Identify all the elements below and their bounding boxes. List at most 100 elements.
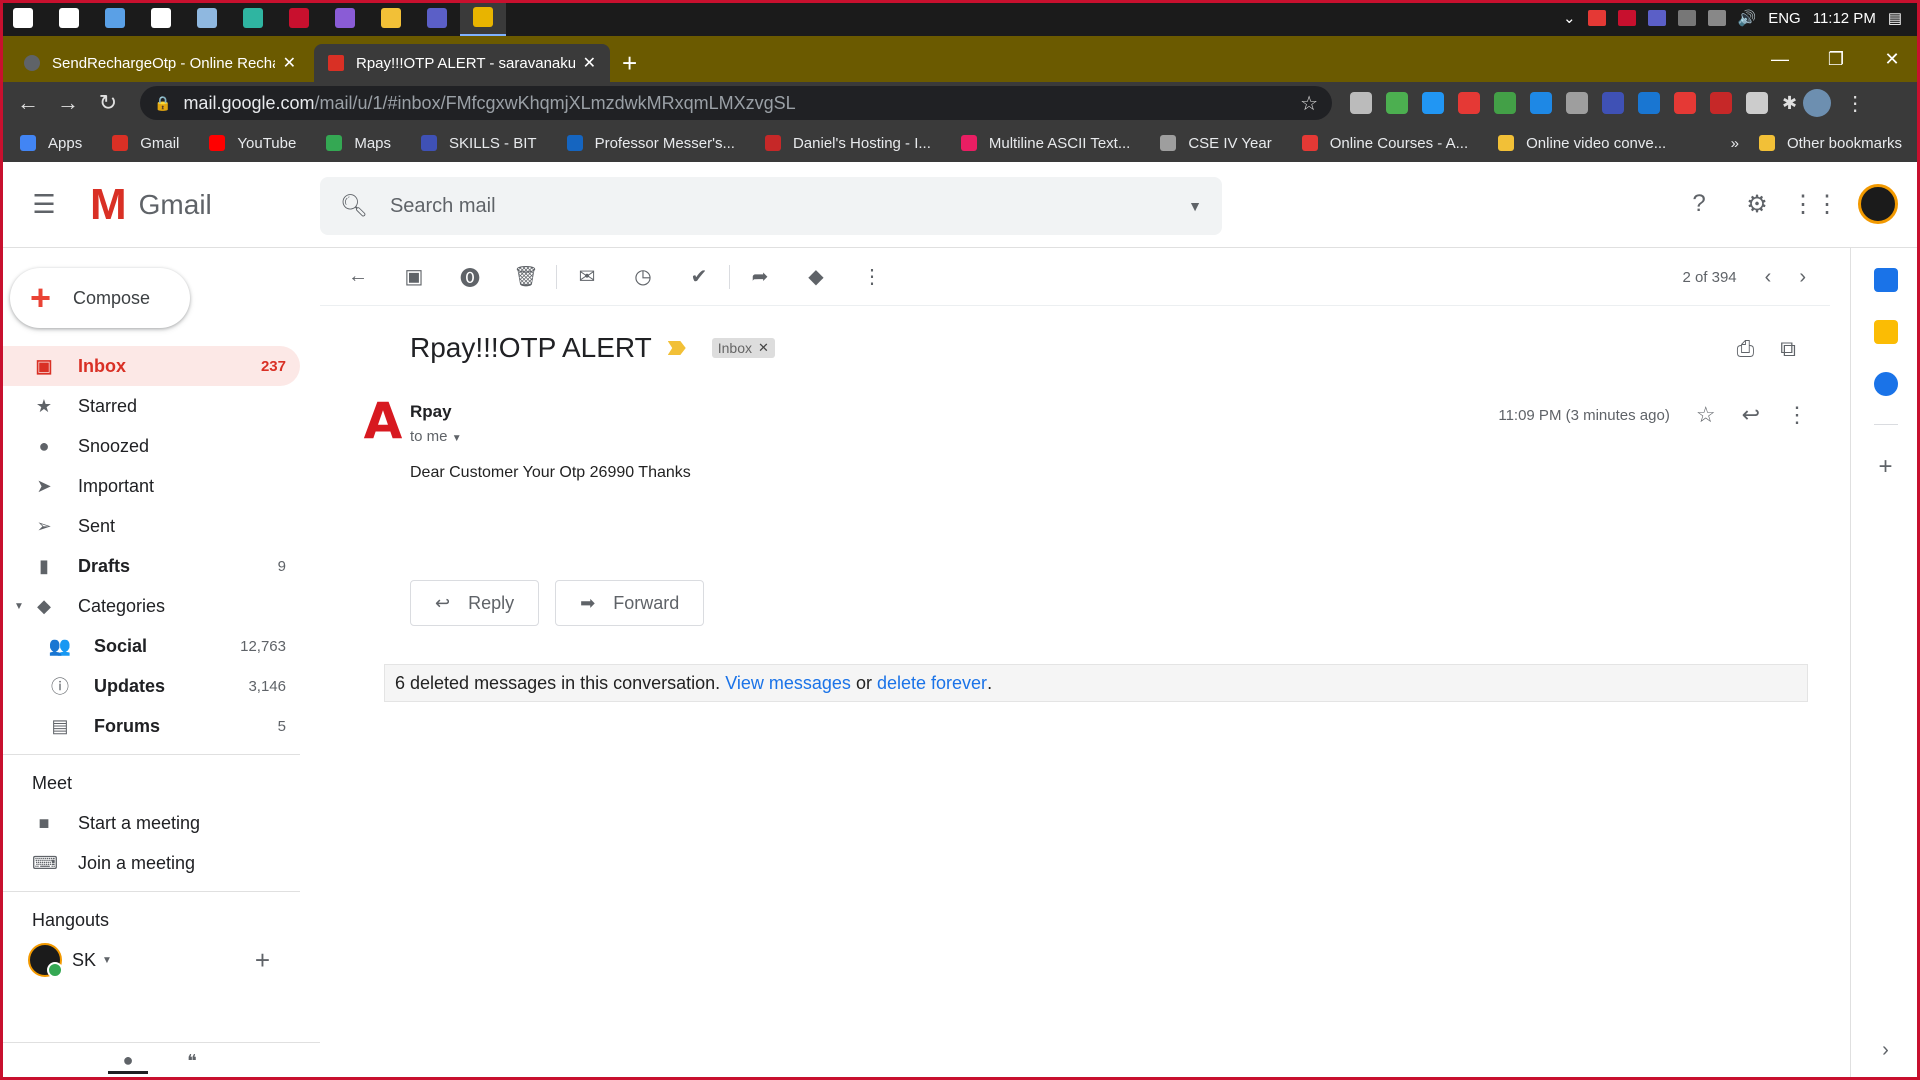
bookmark-item[interactable]: Maps xyxy=(326,135,391,152)
bookmark-item[interactable]: Gmail xyxy=(112,135,179,152)
teams-tray-icon[interactable] xyxy=(1647,10,1666,26)
close-icon[interactable]: ✕ xyxy=(283,53,296,73)
meet-item[interactable]: ⌨ Join a meeting xyxy=(0,843,300,883)
extensions-puzzle-icon[interactable]: ✱ xyxy=(1782,93,1797,114)
battery-icon[interactable] xyxy=(1677,10,1696,26)
sidebar-item-drafts[interactable]: ▮ Drafts 9 xyxy=(0,546,300,586)
print-icon[interactable]: ⎙ xyxy=(1737,336,1755,362)
sidebar-item-starred[interactable]: ★ Starred xyxy=(0,386,300,426)
taskbar-app[interactable] xyxy=(322,0,368,36)
bookmark-item[interactable]: SKILLS - BIT xyxy=(421,135,537,152)
hangouts-user[interactable]: SK ▼ + xyxy=(0,940,300,980)
extension-icon[interactable] xyxy=(1566,92,1588,114)
newer-chevron-icon[interactable]: ‹ xyxy=(1765,266,1772,289)
search-options-icon[interactable]: ▼ xyxy=(1188,198,1202,214)
sender-name[interactable]: Rpay xyxy=(410,402,452,422)
lock-icon[interactable]: 🔒 xyxy=(154,95,171,112)
recipient-details[interactable]: to me ▼ xyxy=(410,428,462,445)
bookmark-item[interactable]: Daniel's Hosting - I... xyxy=(764,135,931,152)
address-bar[interactable]: 🔒 mail.google.com /mail/u/1/#inbox/FMfcg… xyxy=(140,86,1332,120)
extension-icon[interactable] xyxy=(1386,92,1408,114)
sidebar-item-categories[interactable]: ▼ ◆ Categories xyxy=(0,586,300,626)
extension-icon[interactable] xyxy=(1422,92,1444,114)
calendar-icon[interactable] xyxy=(1873,268,1898,292)
bookmark-item[interactable]: CSE IV Year xyxy=(1160,135,1272,152)
older-chevron-icon[interactable]: › xyxy=(1799,266,1806,289)
meet-item[interactable]: ■ Start a meeting xyxy=(0,803,300,843)
bookmark-item[interactable]: Multiline ASCII Text... xyxy=(960,135,1130,152)
tab-sendrechargeotp[interactable]: SendRechargeOtp - Online Recha ✕ xyxy=(10,44,310,82)
view-messages-link[interactable]: View messages xyxy=(725,673,851,694)
extension-icon[interactable] xyxy=(1494,92,1516,114)
move-to-icon[interactable]: ➦ xyxy=(732,264,788,289)
extension-icon[interactable] xyxy=(1530,92,1552,114)
mark-unread-icon[interactable]: ✉ xyxy=(559,264,615,289)
extension-icon[interactable] xyxy=(1746,92,1768,114)
search-icon[interactable]: 🔍︎ xyxy=(340,193,368,219)
taskbar-app[interactable] xyxy=(276,0,322,36)
important-marker-icon[interactable] xyxy=(667,341,686,355)
inbox-label-chip[interactable]: Inbox ✕ xyxy=(711,338,775,358)
taskbar-app[interactable] xyxy=(0,0,46,36)
sidebar-item-sent[interactable]: ➢ Sent xyxy=(0,506,300,546)
notification-icon[interactable]: ▤ xyxy=(1888,9,1902,27)
restore-icon[interactable]: ❐ xyxy=(1808,36,1864,82)
bookmark-item[interactable]: Apps xyxy=(20,135,82,152)
tasks-icon[interactable] xyxy=(1873,372,1898,396)
remove-label-icon[interactable]: ✕ xyxy=(758,340,769,356)
network-icon[interactable] xyxy=(1707,10,1726,26)
extension-icon[interactable] xyxy=(1350,92,1372,114)
clock[interactable]: 11:12 PM xyxy=(1813,10,1876,27)
new-conversation-icon[interactable]: + xyxy=(255,945,270,976)
more-options-icon[interactable]: ⋮ xyxy=(844,264,900,289)
bookmark-item[interactable]: Online Courses - A... xyxy=(1301,135,1468,152)
forward-button[interactable]: ➡ Forward xyxy=(555,580,705,626)
contacts-person-icon[interactable]: ● xyxy=(108,1050,148,1074)
sidebar-item-snoozed[interactable]: ● Snoozed xyxy=(0,426,300,466)
sidebar-item-important[interactable]: ➤ Important xyxy=(0,466,300,506)
main-menu-icon[interactable]: ☰ xyxy=(20,189,68,220)
show-side-panel-chevron-icon[interactable]: › xyxy=(1882,1039,1889,1062)
reply-icon[interactable]: ↩ xyxy=(1742,402,1760,428)
profile-avatar[interactable] xyxy=(1803,89,1832,117)
extension-icon[interactable] xyxy=(1602,92,1624,114)
taskbar-app[interactable] xyxy=(230,0,276,36)
minimize-icon[interactable]: — xyxy=(1752,36,1808,82)
language-indicator[interactable]: ENG xyxy=(1768,10,1801,27)
taskbar-app[interactable] xyxy=(138,0,184,36)
extension-icon[interactable] xyxy=(1458,92,1480,114)
search-bar[interactable]: 🔍︎ Search mail ▼ xyxy=(320,177,1222,235)
extension-icon[interactable] xyxy=(1638,92,1660,114)
delete-forever-link[interactable]: delete forever xyxy=(877,673,987,694)
tab-rpay-otp[interactable]: Rpay!!!OTP ALERT - saravanaku7( ✕ xyxy=(314,44,610,82)
help-icon[interactable]: ? xyxy=(1684,189,1714,219)
sidebar-item-updates[interactable]: ⓘ Updates 3,146 xyxy=(0,666,300,706)
new-tab-button[interactable]: + xyxy=(622,48,637,79)
account-avatar[interactable] xyxy=(1858,184,1898,224)
add-task-icon[interactable]: ✔ xyxy=(671,264,727,289)
other-bookmarks[interactable]: Other bookmarks xyxy=(1758,135,1902,152)
gmail-logo[interactable]: M Gmail xyxy=(90,180,212,230)
get-addons-plus-icon[interactable]: + xyxy=(1878,453,1892,481)
taskbar-app[interactable] xyxy=(368,0,414,36)
volume-icon[interactable]: 🔊 xyxy=(1738,9,1757,27)
bookmarks-overflow-icon[interactable]: » xyxy=(1731,135,1739,152)
back-icon[interactable]: ← xyxy=(8,90,48,116)
bookmark-item[interactable]: Professor Messer's... xyxy=(566,135,735,152)
report-spam-icon[interactable]: ⓿ xyxy=(442,262,498,291)
star-icon[interactable]: ☆ xyxy=(1696,402,1716,428)
taskbar-app[interactable] xyxy=(46,0,92,36)
compose-button[interactable]: + Compose xyxy=(10,268,190,328)
tray-app-icon[interactable] xyxy=(1587,10,1606,26)
search-input[interactable]: Search mail xyxy=(390,195,496,218)
sidebar-item-social[interactable]: 👥 Social 12,763 xyxy=(0,626,300,666)
reply-button[interactable]: ↩ Reply xyxy=(410,580,540,626)
close-icon[interactable]: ✕ xyxy=(583,53,596,73)
labels-icon[interactable]: ◆ xyxy=(788,264,844,289)
back-to-inbox-icon[interactable]: ← xyxy=(330,265,386,288)
more-icon[interactable]: ⋮ xyxy=(1786,402,1808,428)
extension-icon[interactable] xyxy=(1710,92,1732,114)
bookmark-item[interactable]: YouTube xyxy=(209,135,296,152)
archive-icon[interactable]: ▣ xyxy=(386,264,442,289)
bookmark-item[interactable]: Online video conve... xyxy=(1498,135,1666,152)
